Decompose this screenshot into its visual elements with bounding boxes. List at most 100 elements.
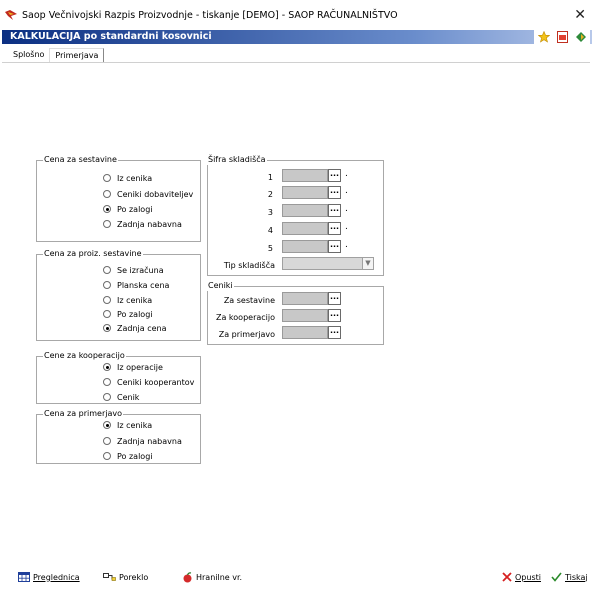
group-sifra-skladisca: Šifra skladišča 1 ... . 2 ... . 3 ... . … <box>207 155 384 276</box>
option-label: Iz operacije <box>117 362 163 372</box>
group-title: Cena za primerjavo <box>43 409 124 419</box>
radio-iz-cenika[interactable]: Iz cenika <box>103 173 152 183</box>
radio-ceniki-kooperantov[interactable]: Ceniki kooperantov <box>103 377 194 387</box>
group-title: Cena za proiz. sestavine <box>43 249 143 259</box>
radio-icon <box>103 296 111 304</box>
warehouse-1-dot: . <box>345 169 348 179</box>
group-cene-za-kooperacijo: Cene za kooperacijo Iz operacije Ceniki … <box>36 351 201 404</box>
radio-icon <box>103 281 111 289</box>
group-cena-za-sestavine: Cena za sestavine Iz cenika Ceniki dobav… <box>36 155 201 242</box>
radio-icon <box>103 324 111 332</box>
warehouse-3-dot: . <box>345 204 348 214</box>
warehouse-3-lookup-button[interactable]: ... <box>328 204 341 217</box>
warehouse-5-input[interactable] <box>282 240 328 253</box>
app-logo-icon <box>5 10 17 20</box>
radio-iz-operacije[interactable]: Iz operacije <box>103 362 163 372</box>
option-label: Po zalogi <box>117 451 153 461</box>
cenik-primerjavo-input[interactable] <box>282 326 328 339</box>
option-label: Iz cenika <box>117 420 153 430</box>
radio-ceniki-dobaviteljev[interactable]: Ceniki dobaviteljev <box>103 189 193 199</box>
option-label: Iz cenika <box>117 295 153 305</box>
warehouse-3-label: 3 <box>267 208 273 217</box>
warehouse-3-input[interactable] <box>282 204 328 217</box>
radio-zadnja-nabavna[interactable]: Zadnja nabavna <box>103 219 182 229</box>
option-label: Zadnja cena <box>117 323 167 333</box>
option-label: Se izračuna <box>117 265 164 275</box>
warehouse-4-lookup-button[interactable]: ... <box>328 222 341 235</box>
close-window-button[interactable]: ✕ <box>574 8 586 22</box>
warehouse-2-dot: . <box>345 186 348 196</box>
radio-icon <box>103 190 111 198</box>
radio-icon <box>103 437 111 445</box>
cenik-kooperacijo-input[interactable] <box>282 309 328 322</box>
radio-icon <box>103 266 111 274</box>
cenik-sestavine-lookup-button[interactable]: ... <box>328 292 341 305</box>
radio-planska-cena[interactable]: Planska cena <box>103 280 169 290</box>
cenik-primerjavo-lookup-button[interactable]: ... <box>328 326 341 339</box>
option-label: Po zalogi <box>117 204 153 214</box>
warehouse-2-input[interactable] <box>282 186 328 199</box>
header-toolbar <box>534 30 590 44</box>
pdf-icon[interactable] <box>556 31 568 43</box>
cenik-kooperacijo-lookup-button[interactable]: ... <box>328 309 341 322</box>
window-title: Saop Večnivojski Razpis Proizvodnje - ti… <box>22 10 398 21</box>
radio-icon <box>103 378 111 386</box>
radio-iz-cenika[interactable]: Iz cenika <box>103 295 152 305</box>
tab-splosno[interactable]: Splošno <box>8 48 49 62</box>
opusti-button[interactable]: Opusti <box>502 572 541 582</box>
warehouse-5-label: 5 <box>267 244 273 253</box>
radio-po-zalogi[interactable]: Po zalogi <box>103 204 153 214</box>
window-titlebar: Saop Večnivojski Razpis Proizvodnje - ti… <box>0 0 592 30</box>
radio-zadnja-cena[interactable]: Zadnja cena <box>103 323 167 333</box>
apple-icon <box>183 572 192 583</box>
radio-icon <box>103 205 111 213</box>
radio-zadnja-nabavna[interactable]: Zadnja nabavna <box>103 436 182 446</box>
favorite-star-icon[interactable] <box>537 31 550 43</box>
warehouse-type-select[interactable]: ▼ <box>282 257 374 270</box>
poreklo-button[interactable]: Poreklo <box>103 572 148 582</box>
radio-po-zalogi[interactable]: Po zalogi <box>103 451 153 461</box>
radio-icon <box>103 174 111 182</box>
warehouse-1-lookup-button[interactable]: ... <box>328 169 341 182</box>
warehouse-4-label: 4 <box>267 226 273 235</box>
help-icon[interactable] <box>575 31 587 43</box>
tiskaj-label: Tiskaj <box>565 572 588 582</box>
group-ceniki: Ceniki Za sestavine ... Za kooperacijo .… <box>207 281 384 345</box>
form-header: KALKULACIJA po standardni kosovnici <box>2 30 592 44</box>
table-grid-icon <box>18 572 30 582</box>
hranilne-vrednosti-button[interactable]: Hranilne vr. <box>182 572 242 583</box>
cenik-sestavine-input[interactable] <box>282 292 328 305</box>
confirm-check-icon <box>551 572 562 582</box>
radio-icon <box>103 452 111 460</box>
warehouse-2-label: 2 <box>267 190 273 199</box>
option-label: Iz cenika <box>117 173 153 183</box>
warehouse-2-lookup-button[interactable]: ... <box>328 186 341 199</box>
preglednica-button[interactable]: Preglednica <box>18 572 80 582</box>
radio-cenik[interactable]: Cenik <box>103 392 139 402</box>
warehouse-5-dot: . <box>345 240 348 250</box>
radio-icon <box>103 421 111 429</box>
warehouse-1-input[interactable] <box>282 169 328 182</box>
option-label: Planska cena <box>117 280 170 290</box>
group-cena-za-proiz-sestavine: Cena za proiz. sestavine Se izračuna Pla… <box>36 249 201 341</box>
cenik-primerjavo-label: Za primerjavo <box>218 330 275 339</box>
group-title: Cene za kooperacijo <box>43 351 126 361</box>
bottom-toolbar: Preglednica Poreklo Hranilne vr. Opusti … <box>0 567 592 587</box>
warehouse-5-lookup-button[interactable]: ... <box>328 240 341 253</box>
radio-po-zalogi[interactable]: Po zalogi <box>103 309 153 319</box>
radio-se-izracuna[interactable]: Se izračuna <box>103 265 164 275</box>
chevron-down-icon[interactable]: ▼ <box>362 258 373 269</box>
group-title: Šifra skladišča <box>207 155 267 165</box>
warehouse-4-dot: . <box>345 222 348 232</box>
tab-primerjava[interactable]: Primerjava <box>49 48 105 62</box>
radio-iz-cenika[interactable]: Iz cenika <box>103 420 152 430</box>
radio-icon <box>103 220 111 228</box>
tiskaj-button[interactable]: Tiskaj <box>551 572 588 582</box>
warehouse-4-input[interactable] <box>282 222 328 235</box>
option-label: Cenik <box>117 392 140 402</box>
option-label: Ceniki dobaviteljev <box>117 189 194 199</box>
origin-tree-icon <box>103 573 116 581</box>
option-label: Zadnja nabavna <box>117 436 182 446</box>
radio-icon <box>103 310 111 318</box>
form-title: KALKULACIJA po standardni kosovnici <box>10 31 212 42</box>
